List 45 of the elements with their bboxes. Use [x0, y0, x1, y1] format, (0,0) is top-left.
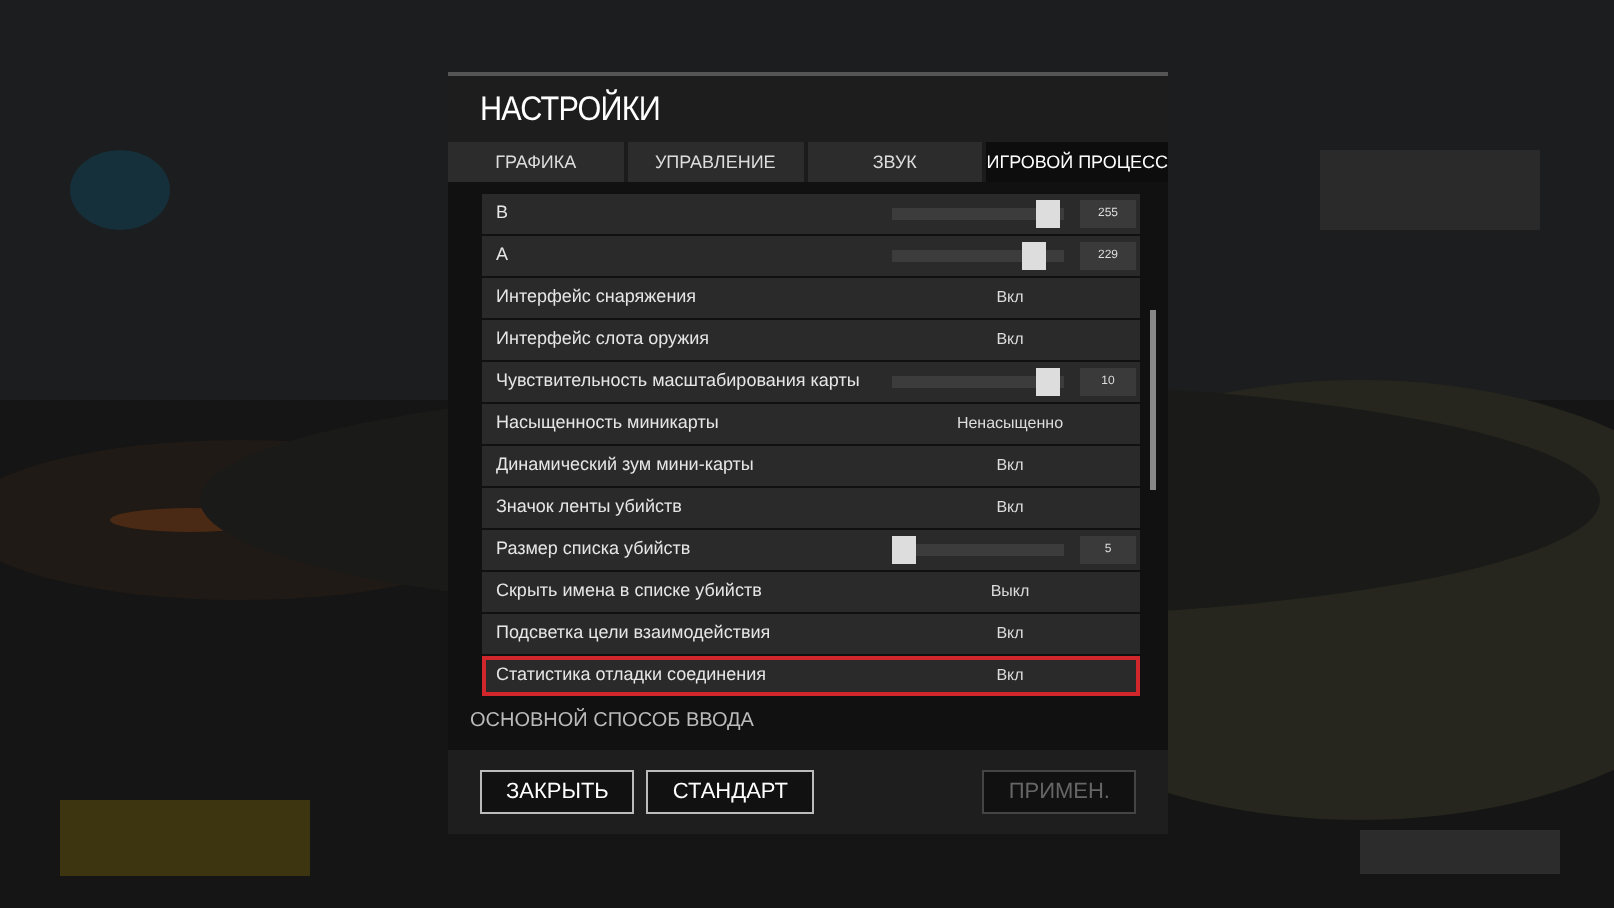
setting-row[interactable]: Подсветка цели взаимодействия Вкл — [482, 614, 1140, 654]
option-value[interactable]: Вкл — [900, 622, 1120, 646]
setting-label: Интерфейс слота оружия — [496, 326, 712, 353]
setting-row[interactable]: Динамический зум мини-карты Вкл — [482, 446, 1140, 486]
option-value[interactable]: Вкл — [900, 496, 1120, 520]
option-value[interactable]: Вкл — [900, 328, 1120, 352]
dialog-title: НАСТРОЙКИ — [480, 92, 661, 126]
tab[interactable]: УПРАВЛЕНИЕ — [627, 142, 803, 182]
setting-label: Статистика отладки соединения — [496, 662, 769, 689]
setting-row[interactable]: Насыщенность миникарты Ненасыщенно — [482, 404, 1140, 444]
setting-label: Насыщенность миникарты — [496, 410, 721, 437]
slider-track[interactable] — [892, 242, 1064, 270]
scrollbar[interactable] — [1149, 310, 1155, 490]
option-value[interactable]: Ненасыщенно — [900, 412, 1120, 436]
setting-label: Подсветка цели взаимодействия — [496, 620, 773, 647]
slider-thumb[interactable] — [1022, 242, 1047, 270]
setting-row[interactable]: Интерфейс снаряжения Вкл — [482, 278, 1140, 318]
setting-row[interactable]: Статистика отладки соединения Вкл — [482, 656, 1140, 696]
slider-track[interactable] — [892, 536, 1064, 564]
dialog-button[interactable]: СТАНДАРТ — [646, 770, 814, 814]
tab[interactable]: ИГРОВОЙ ПРОЦЕСС — [986, 142, 1169, 182]
setting-row[interactable]: Интерфейс слота оружия Вкл — [482, 320, 1140, 360]
slider-thumb[interactable] — [1035, 200, 1060, 228]
option-value[interactable]: Вкл — [900, 664, 1120, 688]
slider-thumb[interactable] — [892, 536, 916, 564]
setting-label: Динамический зум мини-карты — [496, 452, 756, 479]
setting-row[interactable]: Значок ленты убийств Вкл — [482, 488, 1140, 528]
option-value[interactable]: Вкл — [900, 454, 1120, 478]
setting-label: Значок ленты убийств — [496, 494, 684, 521]
setting-label: Скрыть имена в списке убийств — [496, 578, 764, 605]
option-value[interactable]: Вкл — [900, 286, 1120, 310]
slider-thumb[interactable] — [1035, 368, 1060, 396]
setting-label: Чувствительность масштабирования карты — [496, 368, 862, 395]
setting-label: B — [496, 200, 511, 227]
setting-label: Размер списка убийств — [496, 536, 693, 563]
section-heading: ОСНОВНОЙ СПОСОБ ВВОДА — [470, 706, 756, 736]
slider-track[interactable] — [892, 368, 1064, 396]
setting-label: Интерфейс снаряжения — [496, 284, 699, 311]
setting-label: A — [496, 242, 511, 269]
tab[interactable]: ГРАФИКА — [448, 142, 624, 182]
slider-track[interactable] — [892, 200, 1064, 228]
tab[interactable]: ЗВУК — [807, 142, 983, 182]
dialog-button[interactable]: ЗАКРЫТЬ — [480, 770, 635, 814]
option-value[interactable]: Выкл — [900, 580, 1120, 604]
setting-row[interactable]: Скрыть имена в списке убийств Выкл — [482, 572, 1140, 612]
